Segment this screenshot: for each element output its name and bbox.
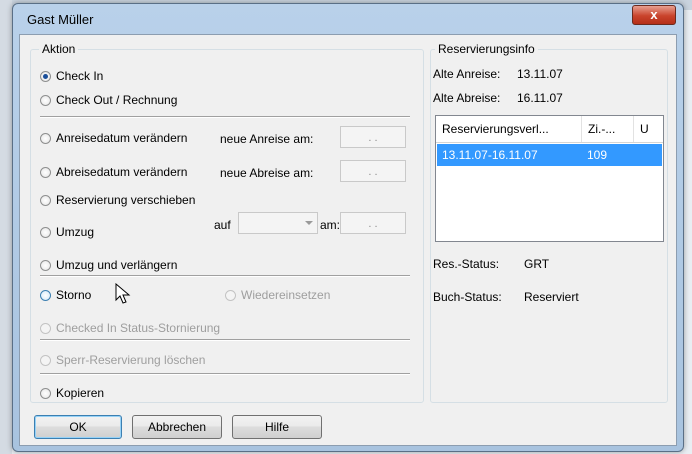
- close-icon: x: [650, 7, 658, 22]
- radio-indicator[interactable]: [40, 70, 51, 82]
- umzug-date-field[interactable]: . .: [340, 212, 406, 234]
- radio-indicator[interactable]: [40, 94, 51, 106]
- radio-label: Kopieren: [56, 386, 105, 400]
- radio-label: Anreisedatum verändern: [56, 131, 188, 145]
- separator: [40, 373, 410, 375]
- radio-label: Abreisedatum verändern: [56, 165, 188, 179]
- reservierungen-list[interactable]: Reservierungsverl... Zi.-... U 13.11.07-…: [435, 115, 664, 242]
- radio-reservierung-verschieben[interactable]: Reservierung verschieben: [40, 193, 195, 207]
- title-bar[interactable]: Gast Müller x: [13, 4, 683, 32]
- radio-indicator[interactable]: [225, 289, 236, 301]
- radio-label: Storno: [56, 288, 92, 302]
- radio-anreise-change[interactable]: Anreisedatum verändern: [40, 131, 187, 145]
- separator: [40, 339, 410, 341]
- column-header-u[interactable]: U: [634, 116, 663, 142]
- radio-indicator[interactable]: [40, 226, 51, 238]
- aktion-legend: Aktion: [39, 42, 79, 56]
- radio-checked-in-storno[interactable]: Checked In Status-Stornierung: [40, 321, 220, 335]
- background-window-edge: [0, 0, 12, 454]
- buch-status-value: Reserviert: [524, 290, 579, 304]
- radio-indicator[interactable]: [40, 166, 51, 178]
- column-header-zimmer[interactable]: Zi.-...: [582, 116, 634, 142]
- dialog-body: Aktion Check In Check Out / Rechnung Anr…: [19, 34, 677, 446]
- abbrechen-button[interactable]: Abbrechen: [132, 415, 222, 439]
- umzug-am-label: am:: [320, 218, 341, 232]
- res-status-label: Res.-Status:: [433, 257, 500, 271]
- radio-indicator[interactable]: [40, 289, 51, 301]
- hilfe-button[interactable]: Hilfe: [232, 415, 322, 439]
- separator: [40, 116, 410, 118]
- radio-umzug-verlaengern[interactable]: Umzug und verlängern: [40, 258, 177, 272]
- alte-anreise-label: Alte Anreise:: [433, 67, 501, 81]
- chevron-down-icon[interactable]: [305, 221, 313, 225]
- res-status-value: GRT: [524, 257, 550, 271]
- reservierungsinfo-legend: Reservierungsinfo: [435, 42, 538, 56]
- table-row[interactable]: 13.11.07-16.11.07 109: [437, 144, 662, 166]
- radio-abreise-change[interactable]: Abreisedatum verändern: [40, 165, 187, 179]
- radio-label: Check Out / Rechnung: [56, 93, 178, 107]
- buch-status-label: Buch-Status:: [433, 290, 502, 304]
- dialog-window: Gast Müller x Aktion Check In Check Out …: [12, 3, 684, 452]
- radio-indicator[interactable]: [40, 132, 51, 144]
- list-header: Reservierungsverl... Zi.-... U: [436, 116, 663, 143]
- ok-button[interactable]: OK: [34, 415, 122, 439]
- close-button[interactable]: x: [632, 5, 676, 25]
- radio-kopieren[interactable]: Kopieren: [40, 386, 104, 400]
- alte-abreise-label: Alte Abreise:: [433, 91, 501, 105]
- neue-abreise-date-field[interactable]: . .: [340, 160, 406, 182]
- radio-indicator[interactable]: [40, 387, 51, 399]
- radio-indicator[interactable]: [40, 354, 51, 366]
- radio-check-out[interactable]: Check Out / Rechnung: [40, 93, 177, 107]
- radio-indicator[interactable]: [40, 322, 51, 334]
- neue-anreise-date-field[interactable]: . .: [340, 126, 406, 148]
- cell-period: 13.11.07-16.11.07: [442, 148, 538, 162]
- radio-label: Umzug und verlängern: [56, 258, 178, 272]
- separator: [40, 275, 410, 277]
- cell-u: [634, 144, 662, 166]
- radio-wiedereinsetzen[interactable]: Wiedereinsetzen: [225, 288, 330, 302]
- radio-umzug[interactable]: Umzug: [40, 225, 94, 239]
- alte-abreise-value: 16.11.07: [517, 91, 563, 105]
- radio-label: Sperr-Reservierung löschen: [56, 353, 206, 367]
- radio-sperr-loeschen[interactable]: Sperr-Reservierung löschen: [40, 353, 205, 367]
- radio-label: Reservierung verschieben: [56, 193, 196, 207]
- radio-label: Umzug: [56, 225, 95, 239]
- radio-storno[interactable]: Storno: [40, 288, 91, 302]
- neue-abreise-label: neue Abreise am:: [220, 166, 314, 180]
- cell-zimmer: 109: [587, 148, 608, 162]
- window-title: Gast Müller: [27, 12, 94, 27]
- radio-check-in[interactable]: Check In: [40, 69, 103, 83]
- umzug-zimmer-dropdown[interactable]: [238, 212, 318, 234]
- radio-label: Checked In Status-Stornierung: [56, 321, 221, 335]
- mouse-pointer-icon: [115, 283, 131, 304]
- radio-label: Check In: [56, 69, 104, 83]
- column-header-reservierungsverlauf[interactable]: Reservierungsverl...: [436, 116, 582, 142]
- neue-anreise-label: neue Anreise am:: [220, 132, 314, 146]
- radio-label: Wiedereinsetzen: [241, 288, 331, 302]
- umzug-auf-label: auf: [214, 218, 231, 232]
- alte-anreise-value: 13.11.07: [517, 67, 563, 81]
- radio-indicator[interactable]: [40, 259, 51, 271]
- radio-indicator[interactable]: [40, 194, 51, 206]
